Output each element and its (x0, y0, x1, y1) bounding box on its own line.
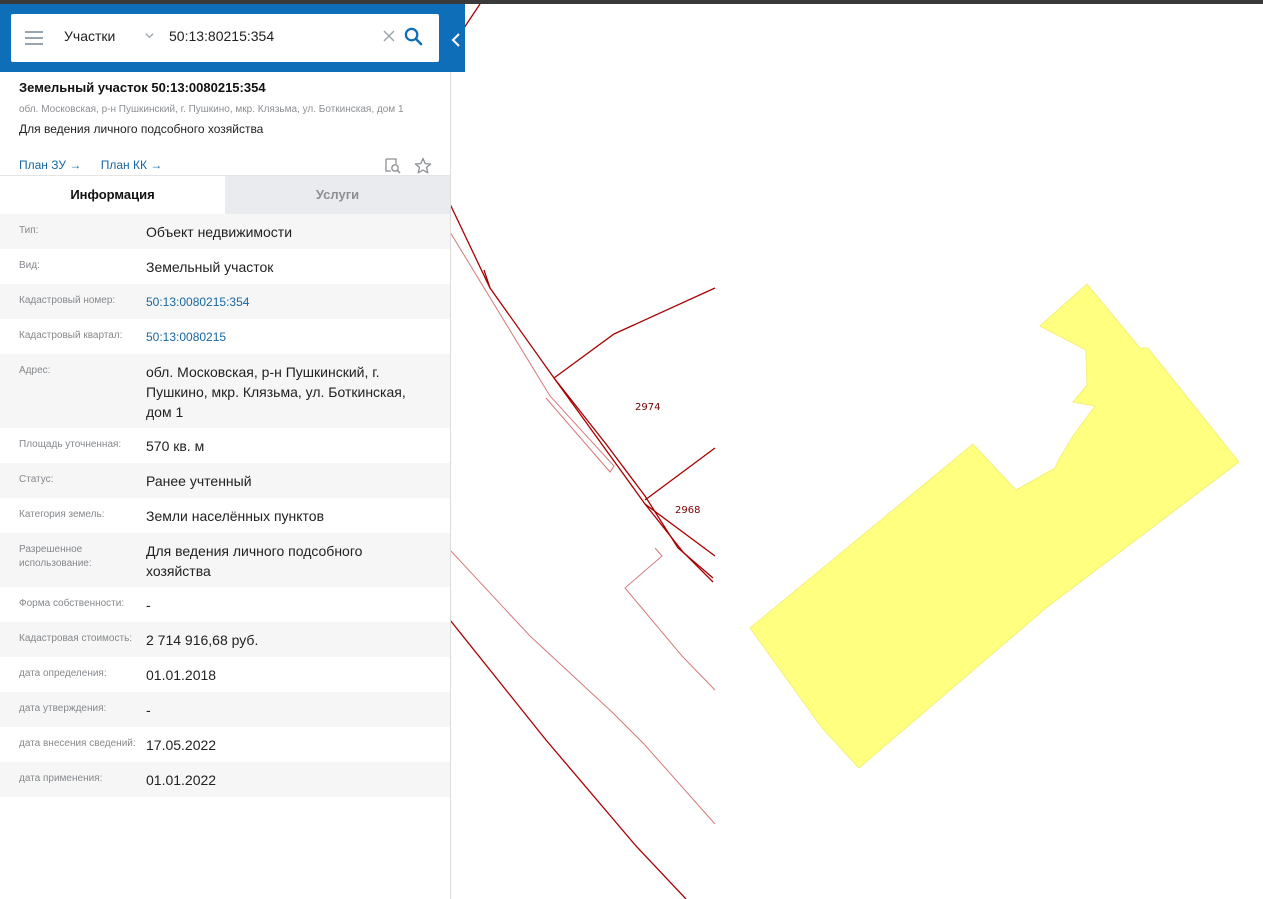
attr-value: Для ведения личного подсобного хозяйства (146, 543, 363, 579)
attr-value: Земли населённых пунктов (146, 508, 325, 524)
attr-label: Кадастровый номер: (19, 295, 116, 306)
attr-label: дата внесения сведений: (19, 738, 136, 749)
attr-label: Кадастровый квартал: (19, 330, 123, 341)
attr-value: - (146, 597, 151, 613)
table-row: дата применения: 01.01.2022 (0, 762, 450, 797)
attr-label: Кадастровая стоимость: (19, 633, 133, 644)
chevron-left-icon[interactable] (451, 32, 461, 48)
attr-label: Разрешенное использование: (19, 544, 92, 569)
cadastral-boundaries-light (450, 231, 716, 825)
search-box: Участки 50:13:80215:354 (11, 14, 439, 62)
tabs: Информация Услуги (0, 176, 450, 214)
table-row: Тип: Объект недвижимости (0, 214, 450, 249)
attributes-table: Тип: Объект недвижимости Вид: Земельный … (0, 214, 450, 797)
info-panel: Земельный участок 50:13:0080215:354 обл.… (0, 72, 451, 899)
layer-select[interactable]: Участки (64, 28, 115, 44)
attr-label: Форма собственности: (19, 598, 125, 609)
cadastral-quarter-link[interactable]: 50:13:0080215 (146, 319, 431, 354)
plan-zu-link[interactable]: План ЗУ → (19, 158, 81, 172)
table-row: Адрес: обл. Московская, р-н Пушкинский, … (0, 354, 450, 428)
table-row: Площадь уточненная: 570 кв. м (0, 428, 450, 463)
cadastral-number-link[interactable]: 50:13:0080215:354 (146, 284, 431, 319)
table-row: дата определения: 01.01.2018 (0, 657, 450, 692)
search-header: Участки 50:13:80215:354 (0, 4, 465, 72)
attr-value: 01.01.2018 (146, 667, 217, 683)
map-search-icon[interactable] (384, 157, 402, 175)
attr-label: дата утверждения: (19, 703, 107, 714)
attr-label: Адрес: (19, 365, 51, 376)
map-svg[interactable]: 2974 2968 (450, 4, 1263, 899)
attr-label: Тип: (19, 225, 39, 236)
attr-label: Статус: (19, 474, 54, 485)
chevron-down-icon[interactable] (145, 31, 154, 40)
attr-value: Земельный участок (146, 259, 274, 275)
attr-value: Ранее учтенный (146, 473, 252, 489)
plan-links: План ЗУ → План КК → (19, 158, 178, 172)
star-icon[interactable] (414, 157, 432, 175)
attr-value: 17.05.2022 (146, 737, 217, 753)
card-actions (384, 157, 432, 180)
close-icon[interactable] (382, 29, 396, 43)
attr-value: 01.01.2022 (146, 772, 217, 788)
map-label-2968: 2968 (675, 505, 700, 516)
attr-label: Площадь уточненная: (19, 439, 122, 450)
attr-label: Категория земель: (19, 509, 105, 520)
attr-value: - (146, 702, 151, 718)
plan-kk-link[interactable]: План КК → (101, 158, 163, 172)
object-address: обл. Московская, р-н Пушкинский, г. Пушк… (19, 104, 404, 115)
table-row: Кадастровая стоимость: 2 714 916,68 руб. (0, 622, 450, 657)
tab-info[interactable]: Информация (0, 176, 225, 214)
object-card-header: Земельный участок 50:13:0080215:354 обл.… (0, 72, 450, 176)
menu-icon[interactable] (25, 31, 43, 45)
table-row: Кадастровый квартал: 50:13:0080215 (0, 319, 450, 354)
table-row: Статус: Ранее учтенный (0, 463, 450, 498)
attr-label: дата применения: (19, 773, 103, 784)
map-canvas[interactable]: 2974 2968 (450, 4, 1263, 899)
table-row: Разрешенное использование: Для ведения л… (0, 533, 450, 587)
object-purpose: Для ведения личного подсобного хозяйства (19, 122, 264, 136)
tab-services[interactable]: Услуги (225, 176, 450, 214)
table-row: Категория земель: Земли населённых пункт… (0, 498, 450, 533)
attr-value: обл. Московская, р-н Пушкинский, г. Пушк… (146, 364, 406, 420)
map-label-2974: 2974 (635, 402, 660, 413)
attr-value: 570 кв. м (146, 438, 205, 454)
selected-parcel-polygon[interactable] (749, 283, 1240, 769)
attr-value: Объект недвижимости (146, 224, 293, 240)
cadastral-boundaries (450, 4, 716, 899)
table-row: дата утверждения: - (0, 692, 450, 727)
table-row: Вид: Земельный участок (0, 249, 450, 284)
search-input[interactable]: 50:13:80215:354 (169, 28, 274, 44)
attr-value: 2 714 916,68 руб. (146, 632, 259, 648)
table-row: Форма собственности: - (0, 587, 450, 622)
search-icon[interactable] (404, 27, 423, 46)
attr-label: Вид: (19, 260, 40, 271)
table-row: дата внесения сведений: 17.05.2022 (0, 727, 450, 762)
attr-label: дата определения: (19, 668, 107, 679)
object-title: Земельный участок 50:13:0080215:354 (19, 80, 266, 95)
table-row: Кадастровый номер: 50:13:0080215:354 (0, 284, 450, 319)
